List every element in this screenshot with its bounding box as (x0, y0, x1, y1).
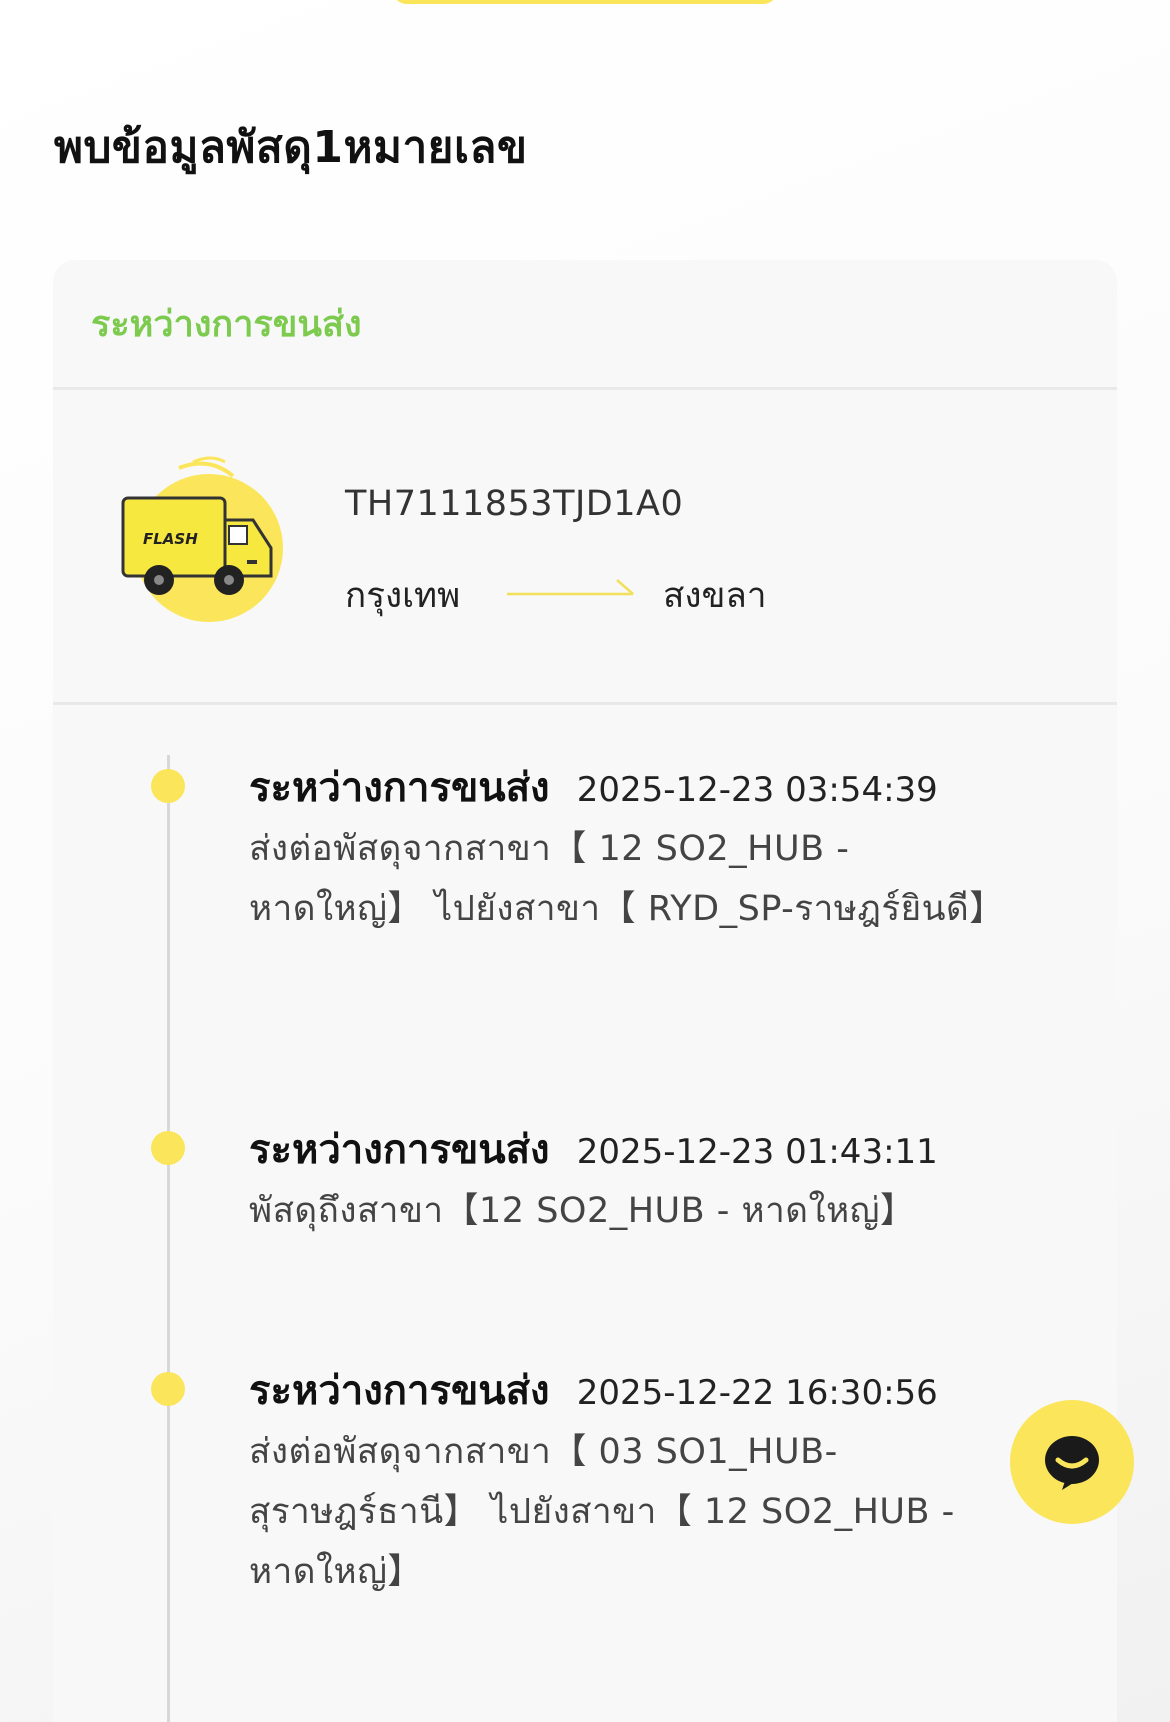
parcel-card-header: ระหว่างการขนส่ง (53, 260, 1117, 390)
truck-logo-text: FLASH (143, 530, 198, 548)
timeline-dot (151, 769, 185, 803)
tracking-timeline: ระหว่างการขนส่ง 2025-12-23 03:54:39 ส่งต… (53, 705, 1117, 1722)
parcel-status: ระหว่างการขนส่ง (91, 304, 362, 345)
route-arrow-icon (507, 579, 634, 596)
tracking-number: TH7111853TJD1A0 (345, 484, 684, 524)
parcel-summary: FLASH TH7111853TJD1A0 กรุงเทพ สงขลา (53, 390, 1117, 705)
delivery-truck-icon: FLASH (121, 456, 283, 622)
chat-button[interactable] (1010, 1400, 1134, 1524)
event-status: ระหว่างการขนส่ง (249, 1127, 550, 1173)
timeline-dot (151, 1372, 185, 1406)
event-status: ระหว่างการขนส่ง (249, 1368, 550, 1414)
origin-city: กรุงเทพ (345, 576, 461, 616)
event-detail: ส่งต่อพัสดุจากสาขา【 03 SO1_HUB-สุราษฎร์ธ… (249, 1432, 955, 1592)
chat-bubble-icon (1045, 1436, 1099, 1490)
event-header: ระหว่างการขนส่ง 2025-12-23 01:43:11 (249, 1117, 938, 1181)
event-time: 2025-12-23 03:54:39 (576, 770, 938, 810)
event-header: ระหว่างการขนส่ง 2025-12-22 16:30:56 (249, 1358, 938, 1422)
event-detail: พัสดุถึงสาขา【12 SO2_HUB - หาดใหญ่】 (249, 1191, 916, 1231)
event-time: 2025-12-22 16:30:56 (576, 1373, 938, 1413)
event-status: ระหว่างการขนส่ง (249, 765, 550, 811)
timeline-line (167, 755, 170, 1722)
event-detail: ส่งต่อพัสดุจากสาขา【 12 SO2_HUB - หาดใหญ่… (249, 829, 1005, 929)
destination-city: สงขลา (663, 576, 767, 616)
timeline-dot (151, 1131, 185, 1165)
top-action-pill[interactable] (392, 0, 778, 4)
tracking-page: พบข้อมูลพัสดุ1หมายเลข ระหว่างการขนส่ง FL… (0, 0, 1170, 1722)
event-time: 2025-12-23 01:43:11 (576, 1132, 938, 1172)
parcel-card: ระหว่างการขนส่ง FLASH TH7111853TJD1A0 กร… (53, 260, 1117, 1722)
page-title: พบข้อมูลพัสดุ1หมายเลข (54, 122, 528, 173)
event-header: ระหว่างการขนส่ง 2025-12-23 03:54:39 (249, 755, 938, 819)
